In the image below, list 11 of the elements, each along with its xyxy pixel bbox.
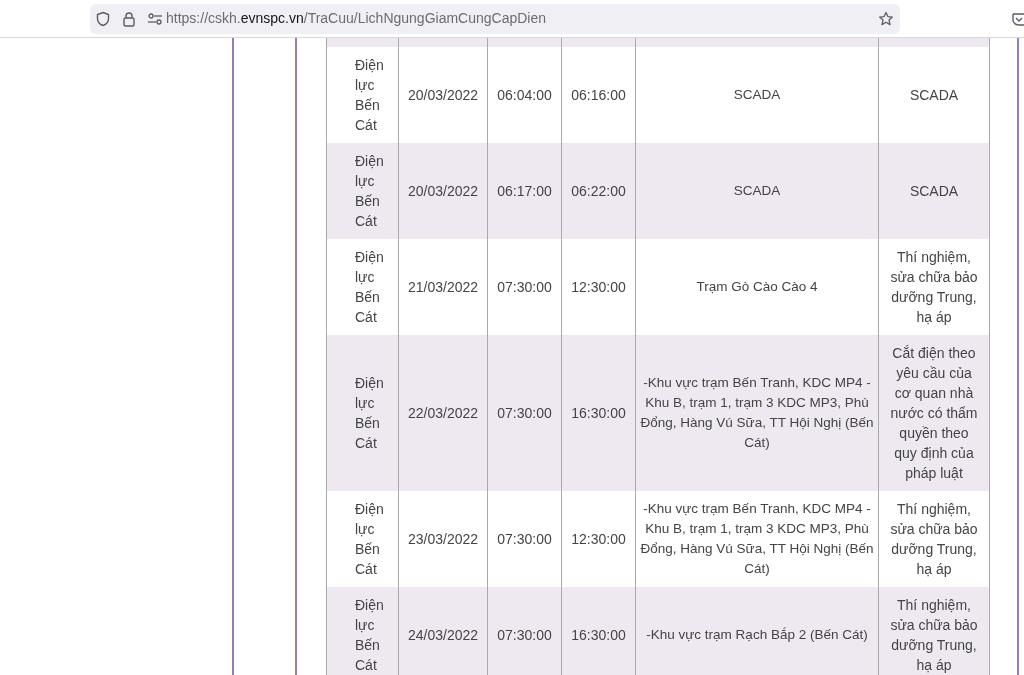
- bookmark-star-icon[interactable]: [878, 10, 894, 27]
- table-cell: 24/03/2022: [398, 587, 488, 675]
- table-cell: 07:30:00: [487, 587, 562, 675]
- shield-icon[interactable]: [95, 10, 111, 27]
- save-icon[interactable]: [1012, 12, 1024, 26]
- lock-icon[interactable]: [122, 10, 136, 27]
- table-cell: Điện lực Bến Cát: [326, 587, 399, 675]
- table-cell: -Khu vực trạm Rạch Bắp 2 (Bến Cát): [635, 587, 879, 675]
- table-cell: 16:30:00: [561, 587, 636, 675]
- table-cell: Thí nghiệm, sửa chữa bảo dưỡng Trung, hạ áp: [878, 587, 990, 675]
- permissions-icon[interactable]: [147, 11, 163, 26]
